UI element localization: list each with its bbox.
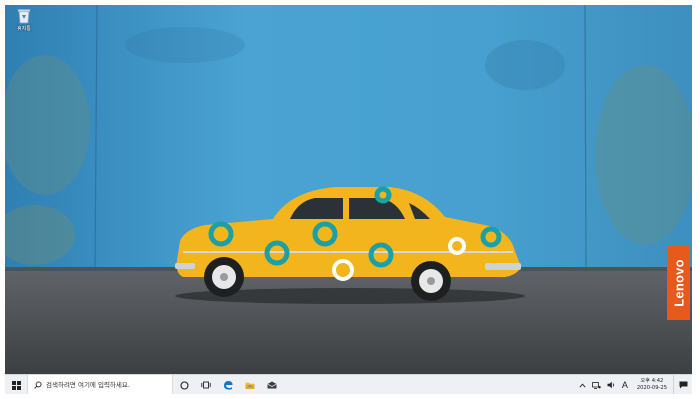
mail-button[interactable] — [261, 375, 283, 394]
action-center-button[interactable] — [673, 375, 692, 394]
taskbar: A 오후 4:42 2020-09-25 — [5, 374, 692, 394]
chevron-up-icon — [579, 383, 586, 388]
desktop-icon-label: 휴지통 — [17, 26, 31, 32]
folder-icon — [245, 382, 255, 389]
clock-date: 2020-09-25 — [636, 385, 667, 391]
desktop-screen: 휴지통 Lenovo 검색하려면 여기에 입력하세요. A 오후 4:42 20… — [5, 5, 692, 394]
cortana-button[interactable] — [173, 375, 195, 394]
task-view-button[interactable] — [195, 375, 217, 394]
lenovo-logo-text: Lenovo — [671, 258, 686, 307]
mail-icon — [267, 381, 277, 389]
system-tray: A 오후 4:42 2020-09-25 — [576, 375, 692, 394]
show-hidden-icons-button[interactable] — [576, 375, 589, 394]
task-view-icon — [201, 381, 211, 389]
desktop-icon-recycle-bin[interactable]: 휴지통 — [9, 8, 39, 32]
taskbar-clock[interactable]: 오후 4:42 2020-09-25 — [631, 378, 673, 392]
volume-button[interactable] — [604, 375, 619, 394]
notification-icon — [679, 381, 687, 389]
edge-icon — [224, 381, 233, 390]
input-method-indicator[interactable]: A — [619, 375, 631, 394]
search-input[interactable] — [46, 381, 166, 389]
file-explorer-button[interactable] — [239, 375, 261, 394]
edge-button[interactable] — [217, 375, 239, 394]
search-icon — [34, 381, 42, 389]
ime-indicator-label: A — [621, 380, 628, 390]
speaker-icon — [607, 381, 614, 389]
network-button[interactable] — [589, 375, 604, 394]
start-button[interactable] — [5, 375, 27, 394]
windows-logo-icon — [11, 380, 21, 390]
recycle-bin-icon — [17, 9, 31, 24]
desktop-wallpaper — [5, 5, 692, 374]
taskbar-search-box[interactable] — [27, 375, 173, 394]
network-icon — [591, 381, 601, 389]
cortana-circle-icon — [179, 380, 189, 390]
lenovo-logo: Lenovo — [667, 245, 690, 320]
clock-time: 오후 4:42 — [640, 378, 664, 384]
